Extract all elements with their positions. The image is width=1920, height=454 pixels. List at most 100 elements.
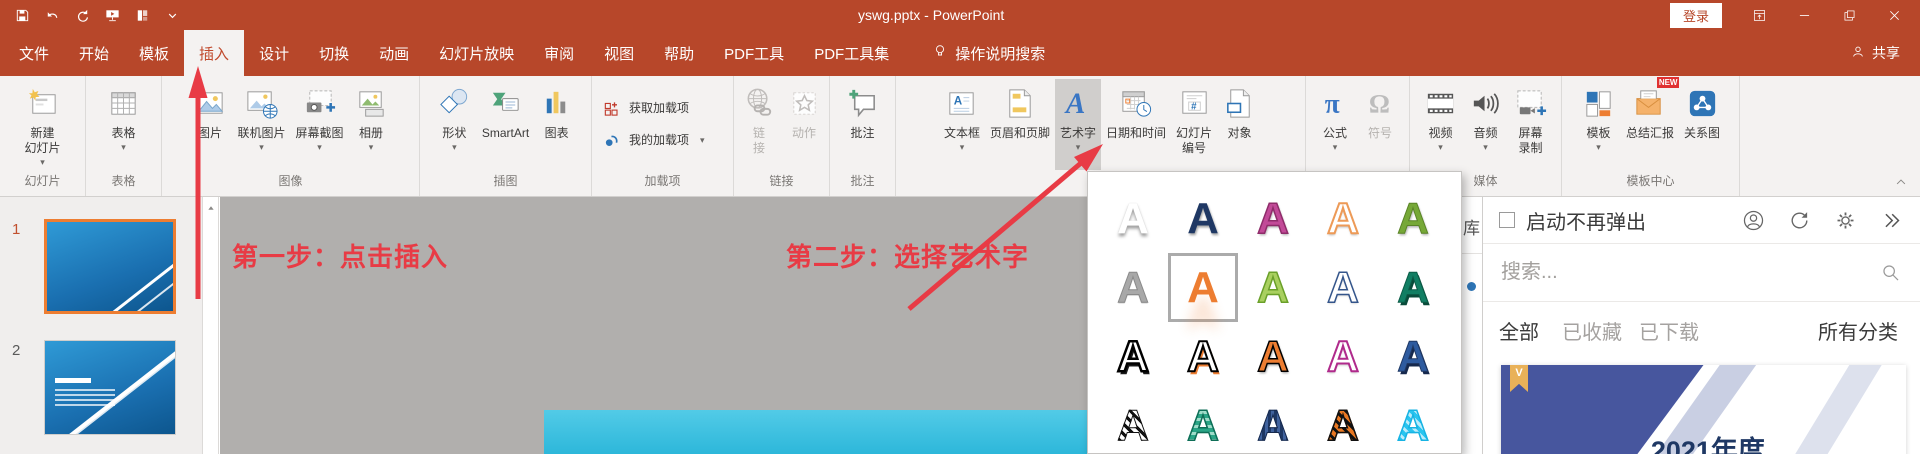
smartart-button[interactable]: SmartArt: [477, 79, 534, 170]
chart-button[interactable]: 图表: [534, 79, 579, 170]
chevrons-right-icon[interactable]: [1879, 208, 1904, 233]
dropdown-caret[interactable]: ▾: [1438, 143, 1443, 152]
gear-icon[interactable]: [1833, 208, 1858, 233]
tab-pdf-tools[interactable]: PDF工具: [709, 30, 799, 76]
new-slide-button[interactable]: 新建 幻灯片 ▾: [19, 79, 65, 170]
wordart-style-white-shadow[interactable]: A: [1098, 184, 1168, 253]
collapse-ribbon-button[interactable]: [1894, 175, 1908, 194]
close-button[interactable]: [1887, 8, 1902, 23]
template-card[interactable]: 2021年度 V: [1501, 365, 1906, 454]
scroll-up-icon[interactable]: [203, 197, 218, 212]
filter-downloaded[interactable]: 已下载: [1639, 316, 1699, 345]
dropdown-caret[interactable]: ▾: [700, 136, 705, 145]
summary-report-button[interactable]: NEW 总结汇报: [1621, 77, 1680, 170]
login-button[interactable]: 登录: [1669, 2, 1722, 28]
wordart-style-teal-3d[interactable]: A: [1378, 253, 1448, 322]
dropdown-caret[interactable]: ▾: [40, 158, 45, 167]
dropdown-caret[interactable]: ▾: [960, 143, 965, 152]
dropdown-caret[interactable]: ▾: [259, 143, 264, 152]
present-icon[interactable]: [104, 7, 121, 24]
redo-icon[interactable]: [74, 7, 91, 24]
dropdown-caret[interactable]: ▾: [369, 143, 374, 152]
table-button[interactable]: 表格 ▾: [101, 79, 146, 170]
comment-button[interactable]: 批注: [840, 79, 885, 170]
tab-help[interactable]: 帮助: [649, 30, 709, 76]
wordart-style-cyan-sketch[interactable]: A: [1378, 391, 1448, 454]
tab-view[interactable]: 视图: [589, 30, 649, 76]
filter-favorited[interactable]: 已收藏: [1562, 316, 1622, 345]
screen-recording-button[interactable]: 屏幕 录制: [1508, 79, 1553, 170]
dropdown-caret[interactable]: ▾: [1483, 143, 1488, 152]
search-icon[interactable]: [1880, 262, 1902, 284]
equation-button[interactable]: π 公式 ▾: [1313, 79, 1358, 170]
dropdown-caret[interactable]: ▾: [1596, 143, 1601, 152]
layout-icon[interactable]: [134, 7, 151, 24]
picture-button[interactable]: 图片: [187, 79, 232, 170]
wordart-style-orange-outline[interactable]: A: [1308, 184, 1378, 253]
shapes-button[interactable]: 形状 ▾: [432, 79, 477, 170]
ribbon-display-button[interactable]: [1752, 8, 1767, 23]
tab-home[interactable]: 开始: [64, 30, 124, 76]
tab-review[interactable]: 审阅: [529, 30, 589, 76]
wordart-style-black-outline-orange-shadow[interactable]: A: [1168, 322, 1238, 391]
wordart-style-green-fill[interactable]: A: [1378, 184, 1448, 253]
wordart-style-black-white-stripes[interactable]: A: [1098, 391, 1168, 454]
wordart-style-navy-fill[interactable]: A: [1168, 184, 1238, 253]
my-addins-button[interactable]: 我的加载项 ▾: [602, 130, 705, 152]
dropdown-caret[interactable]: ▾: [317, 143, 322, 152]
tell-me-search[interactable]: 操作说明搜索: [932, 30, 1045, 76]
wordart-style-steel-blue-3d[interactable]: A: [1378, 322, 1448, 391]
search-input[interactable]: [1501, 261, 1880, 284]
diagram-button[interactable]: 关系图: [1679, 79, 1725, 170]
restore-button[interactable]: [1842, 8, 1857, 23]
slide-number-button[interactable]: # 幻灯片 编号: [1171, 79, 1217, 170]
photo-album-button[interactable]: 相册 ▾: [349, 79, 394, 170]
wordart-style-orange-black-outline[interactable]: A: [1238, 322, 1308, 391]
get-addins-button[interactable]: 获取加载项: [602, 98, 689, 120]
save-icon[interactable]: [14, 7, 31, 24]
wordart-style-magenta-fill[interactable]: A: [1238, 184, 1308, 253]
tab-file[interactable]: 文件: [4, 30, 64, 76]
header-footer-button[interactable]: 页眉和页脚: [985, 79, 1055, 170]
person-circle-icon[interactable]: [1741, 208, 1766, 233]
video-button[interactable]: 视频 ▾: [1418, 79, 1463, 170]
date-time-button[interactable]: 日期和时间: [1101, 79, 1171, 170]
minimize-button[interactable]: [1797, 8, 1812, 23]
wordart-style-teal-stripes[interactable]: A: [1168, 391, 1238, 454]
wordart-style-white-magenta-outline[interactable]: A: [1308, 322, 1378, 391]
wordart-style-black-outline[interactable]: A: [1098, 322, 1168, 391]
wordart-style-white-blue-outline[interactable]: A: [1308, 253, 1378, 322]
dropdown-caret[interactable]: ▾: [452, 143, 457, 152]
undo-icon[interactable]: [44, 7, 61, 24]
object-button[interactable]: 对象: [1217, 79, 1262, 170]
tab-animations[interactable]: 动画: [364, 30, 424, 76]
online-pictures-button[interactable]: 联机图片 ▾: [232, 79, 290, 170]
tab-pdf-toolset[interactable]: PDF工具集: [799, 30, 904, 76]
wordart-style-orange-reflection[interactable]: A: [1168, 253, 1238, 322]
slide-thumbnail-2[interactable]: [44, 340, 176, 435]
template-button[interactable]: 模板 ▾: [1576, 79, 1621, 170]
startup-checkbox[interactable]: [1499, 212, 1515, 228]
slide-thumbnail-1[interactable]: [44, 219, 176, 314]
tab-slideshow[interactable]: 幻灯片放映: [424, 30, 529, 76]
dropdown-caret[interactable]: ▾: [1333, 143, 1338, 152]
dropdown-caret[interactable]: ▾: [121, 143, 126, 152]
tab-design[interactable]: 设计: [244, 30, 304, 76]
wordart-style-lime-fill[interactable]: A: [1238, 253, 1308, 322]
filter-categories[interactable]: 所有分类: [1818, 316, 1920, 362]
filter-all[interactable]: 全部: [1499, 316, 1576, 362]
audio-button[interactable]: 音频 ▾: [1463, 79, 1508, 170]
screenshot-button[interactable]: 屏幕截图 ▾: [291, 79, 349, 170]
share-button[interactable]: 共享: [1850, 30, 1920, 76]
wordart-style-silver-gradient[interactable]: A: [1098, 253, 1168, 322]
wordart-button[interactable]: A 艺术字 ▾: [1054, 79, 1101, 170]
tab-insert[interactable]: 插入: [184, 30, 245, 76]
dropdown-caret[interactable]: ▾: [1076, 143, 1081, 152]
tab-transitions[interactable]: 切换: [304, 30, 364, 76]
wordart-style-navy-pattern[interactable]: A: [1238, 391, 1308, 454]
thumbnail-scrollbar[interactable]: [202, 197, 219, 454]
wordart-style-orange-black-stripes[interactable]: A: [1308, 391, 1378, 454]
text-box-button[interactable]: A 文本框 ▾: [939, 79, 985, 170]
refresh-icon[interactable]: [1787, 208, 1812, 233]
caret-down-icon[interactable]: [164, 7, 181, 24]
